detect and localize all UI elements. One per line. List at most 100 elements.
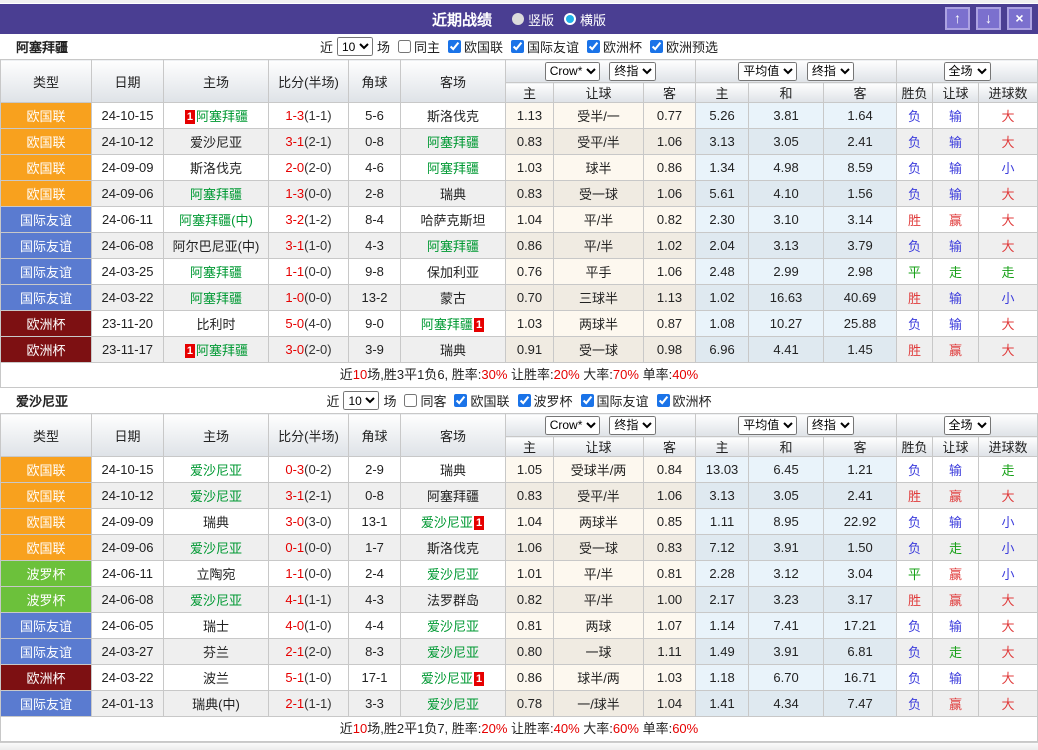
home-odds: 1.13: [506, 103, 554, 129]
match-type-badge: 国际友谊: [1, 613, 92, 639]
team-label: 阿塞拜疆: [421, 317, 473, 332]
subcol-home-odds: 主: [506, 83, 554, 103]
team-label: 爱沙尼亚: [190, 463, 242, 478]
away-odds: 0.86: [644, 155, 696, 181]
same-venue-filter[interactable]: 同客: [397, 391, 447, 410]
match-row: 欧洲杯23-11-171阿塞拜疆3-0(2-0)3-9瑞典0.91受一球0.98…: [1, 337, 1038, 363]
team-label: 爱沙尼亚: [190, 489, 242, 504]
away-team: 阿塞拜疆1: [401, 311, 506, 337]
same-venue-checkbox[interactable]: [398, 40, 411, 53]
league-filter[interactable]: 欧洲杯: [650, 391, 713, 410]
handicap-outcome: 赢: [933, 483, 979, 509]
team-label: 保加利亚: [427, 265, 479, 280]
result-outcome: 胜: [897, 483, 933, 509]
league-checkbox[interactable]: [448, 40, 461, 53]
match-date: 24-06-08: [92, 233, 164, 259]
away-team: 瑞典: [401, 337, 506, 363]
match-count-select[interactable]: 10: [343, 391, 379, 410]
odds-time-select[interactable]: 终指: [609, 62, 656, 81]
odds-time-select[interactable]: 终指: [807, 416, 854, 435]
goals-outcome: 大: [979, 103, 1038, 129]
match-count-select[interactable]: 10: [337, 37, 373, 56]
average-select[interactable]: 平均值: [738, 416, 797, 435]
avg-away-odds: 3.17: [824, 587, 897, 613]
result-outcome: 负: [897, 129, 933, 155]
move-up-button[interactable]: ↑: [945, 7, 970, 30]
full-time-score: 1-3: [285, 108, 304, 123]
radio-vertical-label[interactable]: 竖版: [528, 10, 554, 29]
away-odds: 1.11: [644, 639, 696, 665]
avg-away-odds: 3.04: [824, 561, 897, 587]
league-checkbox[interactable]: [511, 40, 524, 53]
move-down-button[interactable]: ↓: [976, 7, 1001, 30]
bookmaker-select[interactable]: Crow*: [545, 62, 600, 81]
full-match-select[interactable]: 全场: [944, 416, 991, 435]
team-label: 爱沙尼亚: [427, 567, 479, 582]
league-filter[interactable]: 国际友谊: [504, 37, 580, 56]
titlebar-buttons: ↑ ↓ ×: [939, 7, 1032, 30]
match-row: 欧国联24-10-12爱沙尼亚3-1(2-1)0-8阿塞拜疆0.83受平/半1.…: [1, 483, 1038, 509]
match-row: 欧国联24-10-12爱沙尼亚3-1(2-1)0-8阿塞拜疆0.83受平/半1.…: [1, 129, 1038, 155]
home-team: 爱沙尼亚: [164, 457, 269, 483]
close-button[interactable]: ×: [1007, 7, 1032, 30]
summary-row: 近10场,胜3平1负6, 胜率:30% 让胜率:20% 大率:70% 单率:40…: [0, 363, 1038, 388]
radio-horizontal[interactable]: [564, 13, 576, 25]
league-checkbox[interactable]: [581, 394, 594, 407]
full-match-select[interactable]: 全场: [944, 62, 991, 81]
result-outcome: 负: [897, 613, 933, 639]
league-checkbox[interactable]: [587, 40, 600, 53]
home-team: 爱沙尼亚: [164, 587, 269, 613]
team-name: 阿塞拜疆: [16, 37, 68, 56]
league-checkbox[interactable]: [657, 394, 670, 407]
league-filter[interactable]: 欧洲预选: [643, 37, 719, 56]
col-header-away: 客场: [401, 414, 506, 457]
average-select[interactable]: 平均值: [738, 62, 797, 81]
bookmaker-select[interactable]: Crow*: [545, 416, 600, 435]
avg-draw-odds: 6.70: [749, 665, 824, 691]
team-label: 爱沙尼亚: [427, 697, 479, 712]
handicap-outcome: 输: [933, 181, 979, 207]
half-time-score: (0-0): [304, 186, 331, 201]
subcol-avg-away: 客: [824, 437, 897, 457]
avg-home-odds: 3.13: [696, 129, 749, 155]
odds-time-select[interactable]: 终指: [609, 416, 656, 435]
match-row: 欧国联24-10-151阿塞拜疆1-3(1-1)5-6斯洛伐克1.13受半/一0…: [1, 103, 1038, 129]
col-header-type: 类型: [1, 414, 92, 457]
league-filter[interactable]: 国际友谊: [574, 391, 650, 410]
home-odds: 0.82: [506, 587, 554, 613]
league-checkbox[interactable]: [650, 40, 663, 53]
avg-home-odds: 1.41: [696, 691, 749, 717]
league-filter[interactable]: 波罗杯: [511, 391, 574, 410]
odds-time-select[interactable]: 终指: [807, 62, 854, 81]
league-checkbox[interactable]: [518, 394, 531, 407]
red-card-badge: 1: [185, 110, 195, 124]
team-label: 芬兰: [203, 645, 229, 660]
home-team: 阿塞拜疆: [164, 181, 269, 207]
handicap-line: 一/球半: [554, 691, 644, 717]
full-time-score: 3-2: [285, 212, 304, 227]
result-outcome: 负: [897, 103, 933, 129]
full-time-score: 4-0: [285, 618, 304, 633]
match-row: 国际友谊24-03-27芬兰2-1(2-0)8-3爱沙尼亚0.80一球1.111…: [1, 639, 1038, 665]
avg-home-odds: 1.18: [696, 665, 749, 691]
match-score: 2-1(1-1): [269, 691, 349, 717]
team-label: 阿塞拜疆(中): [179, 213, 253, 228]
same-venue-checkbox[interactable]: [404, 394, 417, 407]
handicap-line: 受一球: [554, 535, 644, 561]
goals-outcome: 走: [979, 259, 1038, 285]
league-filter[interactable]: 欧洲杯: [580, 37, 643, 56]
league-filter[interactable]: 欧国联: [441, 37, 504, 56]
away-team: 瑞典: [401, 181, 506, 207]
league-checkbox[interactable]: [454, 394, 467, 407]
same-venue-filter[interactable]: 同主: [391, 37, 441, 56]
match-row: 欧国联24-09-06爱沙尼亚0-1(0-0)1-7斯洛伐克1.06受一球0.8…: [1, 535, 1038, 561]
radio-vertical[interactable]: [512, 13, 524, 25]
result-outcome: 负: [897, 311, 933, 337]
half-time-score: (1-1): [304, 696, 331, 711]
match-type-badge: 欧国联: [1, 155, 92, 181]
handicap-outcome: 走: [933, 639, 979, 665]
league-filter[interactable]: 欧国联: [447, 391, 510, 410]
goals-outcome: 大: [979, 233, 1038, 259]
radio-horizontal-label[interactable]: 横版: [580, 10, 606, 29]
handicap-line: 一球: [554, 639, 644, 665]
